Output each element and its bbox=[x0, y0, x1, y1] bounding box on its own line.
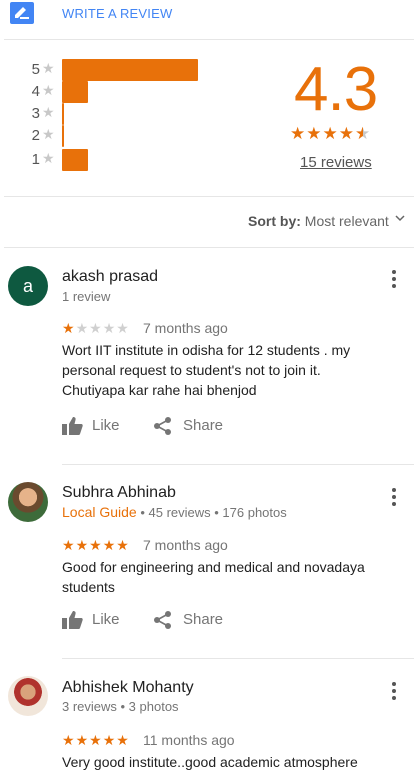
like-button[interactable]: Like bbox=[62, 610, 132, 632]
more-options-icon[interactable] bbox=[384, 680, 404, 704]
rating-summary: 5 ★ 4 ★ 3 ★ 2 ★ 1 ★ 4.3 ★★★★★ 15 reviews bbox=[0, 40, 414, 196]
star-empty-icon: ★ bbox=[102, 320, 117, 336]
star-filled-icon: ★ bbox=[116, 537, 130, 553]
rating-bar-fill bbox=[62, 81, 88, 103]
sort-dropdown[interactable]: Sort by: Most relevant bbox=[248, 213, 389, 229]
review-text: Good for engineering and medical and nov… bbox=[62, 559, 365, 595]
star-filled-icon: ★ bbox=[89, 732, 103, 748]
star-filled-icon: ★ bbox=[102, 732, 117, 748]
star-icon: ★ bbox=[42, 150, 55, 166]
thumbs-up-icon bbox=[62, 611, 83, 629]
reviewer-meta: 1 review bbox=[62, 289, 111, 304]
star-filled-icon: ★ bbox=[62, 732, 76, 748]
star-icon: ★ bbox=[290, 124, 307, 143]
review-count-link[interactable]: 15 reviews bbox=[300, 154, 372, 171]
star-icon: ★ bbox=[42, 104, 55, 120]
avatar[interactable] bbox=[8, 676, 48, 716]
review-stars: ★★★★★ bbox=[62, 537, 130, 554]
more-options-icon[interactable] bbox=[384, 486, 404, 510]
review-text: Very good institute..good academic atmos… bbox=[62, 754, 358, 770]
more-options-icon[interactable] bbox=[384, 268, 404, 292]
divider bbox=[4, 247, 414, 248]
star-empty-icon: ★ bbox=[75, 320, 90, 336]
rating-bar-fill bbox=[62, 149, 88, 171]
share-icon bbox=[154, 417, 171, 435]
rating-bar-label: 5 bbox=[31, 61, 40, 78]
average-rating-stars: ★★★★★ bbox=[290, 124, 371, 144]
reviewer-name[interactable]: akash prasad bbox=[62, 268, 158, 286]
divider bbox=[4, 196, 414, 197]
rating-bar-label: 1 bbox=[31, 151, 40, 168]
sort-control[interactable]: Sort by: Most relevant bbox=[0, 198, 414, 246]
star-filled-icon: ★ bbox=[62, 537, 76, 553]
local-guide-badge[interactable]: Local Guide bbox=[62, 504, 137, 520]
review-stars: ★★★★★ bbox=[62, 320, 130, 337]
average-rating: 4.3 bbox=[294, 55, 378, 124]
review-time: 7 months ago bbox=[143, 320, 228, 336]
like-label: Like bbox=[92, 611, 120, 628]
sort-value: Most relevant bbox=[304, 213, 389, 229]
star-empty-icon: ★ bbox=[89, 320, 103, 336]
divider bbox=[62, 464, 414, 465]
rating-bar-2: 2 ★ bbox=[28, 125, 218, 147]
review-time: 7 months ago bbox=[143, 537, 228, 553]
star-filled-icon: ★ bbox=[116, 732, 130, 748]
write-review-row[interactable]: WRITE A REVIEW bbox=[0, 0, 414, 40]
star-filled-icon: ★ bbox=[102, 537, 117, 553]
star-empty-icon: ★ bbox=[116, 320, 130, 336]
rating-bar-fill bbox=[62, 59, 198, 81]
rating-bar-1: 1 ★ bbox=[28, 149, 218, 171]
review-time: 11 months ago bbox=[143, 732, 235, 748]
write-review-label[interactable]: WRITE A REVIEW bbox=[62, 6, 172, 21]
rating-bar-label: 4 bbox=[31, 83, 40, 100]
rating-bar-4: 4 ★ bbox=[28, 81, 218, 103]
share-label: Share bbox=[183, 417, 224, 434]
star-icon: ★ bbox=[322, 124, 339, 143]
thumbs-up-icon bbox=[62, 417, 83, 435]
share-label: Share bbox=[183, 611, 224, 628]
star-icon: ★ bbox=[42, 60, 55, 76]
sort-label: Sort by: bbox=[248, 213, 301, 229]
rating-bar-3: 3 ★ bbox=[28, 103, 218, 125]
avatar[interactable]: a bbox=[8, 266, 48, 306]
share-icon bbox=[154, 611, 171, 629]
reviewer-name[interactable]: Abhishek Mohanty bbox=[62, 679, 194, 697]
star-filled-icon: ★ bbox=[89, 537, 103, 553]
star-icon: ★ bbox=[42, 126, 55, 142]
review-text: Wort IIT institute in odisha for 12 stud… bbox=[62, 342, 351, 398]
like-button[interactable]: Like bbox=[62, 416, 132, 438]
share-button[interactable]: Share bbox=[153, 610, 233, 632]
reviewer-name[interactable]: Subhra Abhinab bbox=[62, 484, 176, 502]
rating-bar-5: 5 ★ bbox=[28, 59, 218, 81]
star-icon: ★ bbox=[42, 82, 55, 98]
star-icon: ★ bbox=[338, 124, 355, 143]
avatar[interactable] bbox=[8, 482, 48, 522]
reviewer-stats: • 45 reviews • 176 photos bbox=[136, 505, 287, 520]
rating-bar-fill bbox=[62, 103, 64, 125]
half-star-icon: ★ bbox=[355, 124, 372, 143]
rating-bar-label: 2 bbox=[31, 127, 40, 144]
review-stars: ★★★★★ bbox=[62, 732, 130, 749]
share-button[interactable]: Share bbox=[153, 416, 233, 438]
reviewer-meta: 3 reviews • 3 photos bbox=[62, 699, 179, 714]
rating-bar-label: 3 bbox=[31, 105, 40, 122]
divider bbox=[62, 658, 414, 659]
star-filled-icon: ★ bbox=[75, 537, 90, 553]
edit-pencil-icon bbox=[10, 2, 34, 24]
chevron-down-icon[interactable] bbox=[395, 213, 405, 223]
star-filled-icon: ★ bbox=[75, 732, 90, 748]
like-label: Like bbox=[92, 417, 120, 434]
star-icon: ★ bbox=[306, 124, 323, 143]
reviewer-meta: Local Guide • 45 reviews • 176 photos bbox=[62, 504, 287, 520]
rating-bar-fill bbox=[62, 125, 64, 147]
star-filled-icon: ★ bbox=[62, 320, 76, 336]
